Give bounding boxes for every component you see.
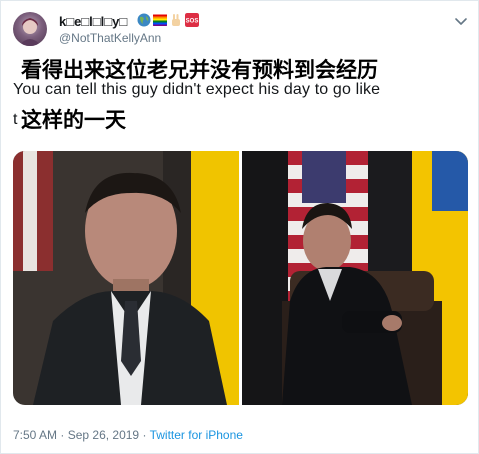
author-handle[interactable]: @NotThatKellyAnn	[59, 31, 161, 45]
tweet-photo-left[interactable]	[13, 151, 239, 405]
avatar[interactable]	[13, 12, 47, 46]
translation-caption-line-1: 看得出来这位老兄并没有预料到会经历	[21, 58, 378, 82]
sos-icon: SOS	[185, 13, 199, 27]
tweet-photo-right[interactable]	[242, 151, 468, 405]
tweet-timestamp[interactable]: 7:50 AM · Sep 26, 2019 · Twitter for iPh…	[13, 428, 243, 442]
meta-separator: ·	[57, 428, 68, 442]
peace-hand-icon	[172, 14, 180, 26]
chevron-down-icon[interactable]	[453, 13, 469, 29]
author-display-name[interactable]: k□e□l□l□y□	[59, 14, 127, 29]
svg-text:SOS: SOS	[186, 19, 199, 25]
tweet-card: k□e□l□l□y□ SOS @NotThatKellyAnn You can …	[0, 0, 479, 454]
globe-icon	[137, 13, 151, 27]
display-name-emojis: SOS	[137, 13, 199, 27]
tweet-date: Sep 26, 2019	[67, 428, 140, 442]
tweet-text-line-2: t	[13, 111, 18, 128]
tweet-source-link[interactable]: Twitter for iPhone	[150, 428, 243, 442]
tweet-time: 7:50 AM	[13, 428, 58, 442]
translation-caption-line-2: 这样的一天	[21, 108, 126, 132]
rainbow-flag-icon	[153, 14, 167, 26]
photo-man-closeup	[13, 151, 239, 405]
meta-separator-2: ·	[139, 428, 150, 442]
avatar-portrait	[19, 18, 41, 46]
photo-man-seated-with-flags	[242, 151, 468, 405]
